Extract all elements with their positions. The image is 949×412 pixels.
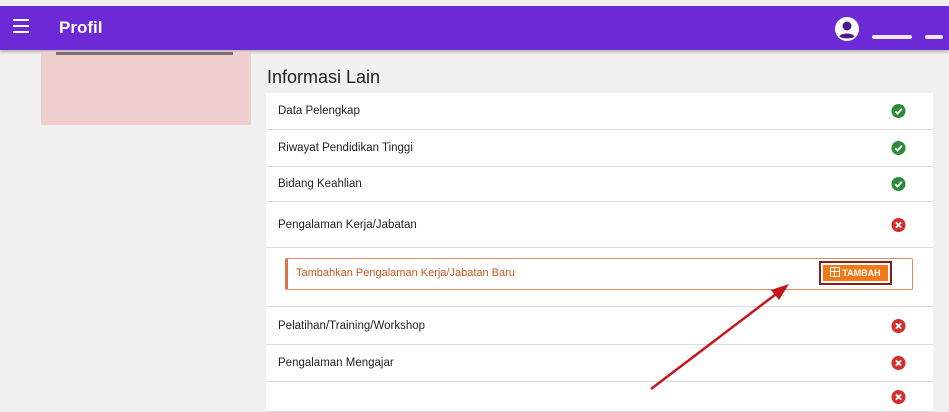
error-circle-icon [891,217,906,232]
tambah-button-face[interactable]: TAMBAH [823,265,888,281]
list-item-partial[interactable] [266,382,933,412]
hamburger-menu-icon[interactable] [13,19,29,35]
page-title: Profil [59,18,103,37]
list-item-label: Pengalaman Kerja/Jabatan [278,218,417,231]
tambah-button-label: TAMBAH [842,268,881,278]
list-item-data-pelengkap[interactable]: Data Pelengkap [266,93,933,130]
list-item-pengalaman-mengajar[interactable]: Pengalaman Mengajar [266,345,933,382]
profile-side-panel [41,52,251,125]
info-list: Data Pelengkap Riwayat Pendidikan Tinggi… [266,93,933,412]
check-circle-icon [891,103,906,119]
add-experience-panel: Tambahkan Pengalaman Kerja/Jabatan Baru … [266,248,933,307]
list-item-label: Pengalaman Mengajar [278,357,394,369]
list-item-pengalaman-kerja[interactable]: Pengalaman Kerja/Jabatan [266,202,933,248]
account-circle-icon[interactable] [834,16,860,42]
plus-box-icon [830,267,841,277]
add-experience-card: Tambahkan Pengalaman Kerja/Jabatan Baru … [285,258,913,290]
top-app-bar: Profil [0,6,949,50]
error-circle-icon [891,318,906,333]
error-circle-icon [891,389,906,404]
list-item-label: Pelatihan/Training/Workshop [278,319,426,332]
list-item-label: Bidang Keahlian [278,178,362,190]
check-circle-icon [891,140,906,156]
section-title: Informasi Lain [267,67,381,87]
tambah-button[interactable]: TAMBAH [819,261,892,285]
list-item-pelatihan[interactable]: Pelatihan/Training/Workshop [266,307,933,345]
check-circle-icon [891,176,906,192]
side-panel-divider [56,52,233,55]
user-name-redacted[interactable] [872,35,912,39]
add-experience-label: Tambahkan Pengalaman Kerja/Jabatan Baru [296,267,515,279]
user-role-redacted[interactable] [925,35,943,39]
list-item-label: Data Pelengkap [278,105,360,117]
list-item-label: Riwayat Pendidikan Tinggi [278,142,413,154]
list-item-bidang-keahlian[interactable]: Bidang Keahlian [266,167,933,202]
list-item-riwayat-pendidikan[interactable]: Riwayat Pendidikan Tinggi [266,130,933,167]
error-circle-icon [891,355,906,371]
